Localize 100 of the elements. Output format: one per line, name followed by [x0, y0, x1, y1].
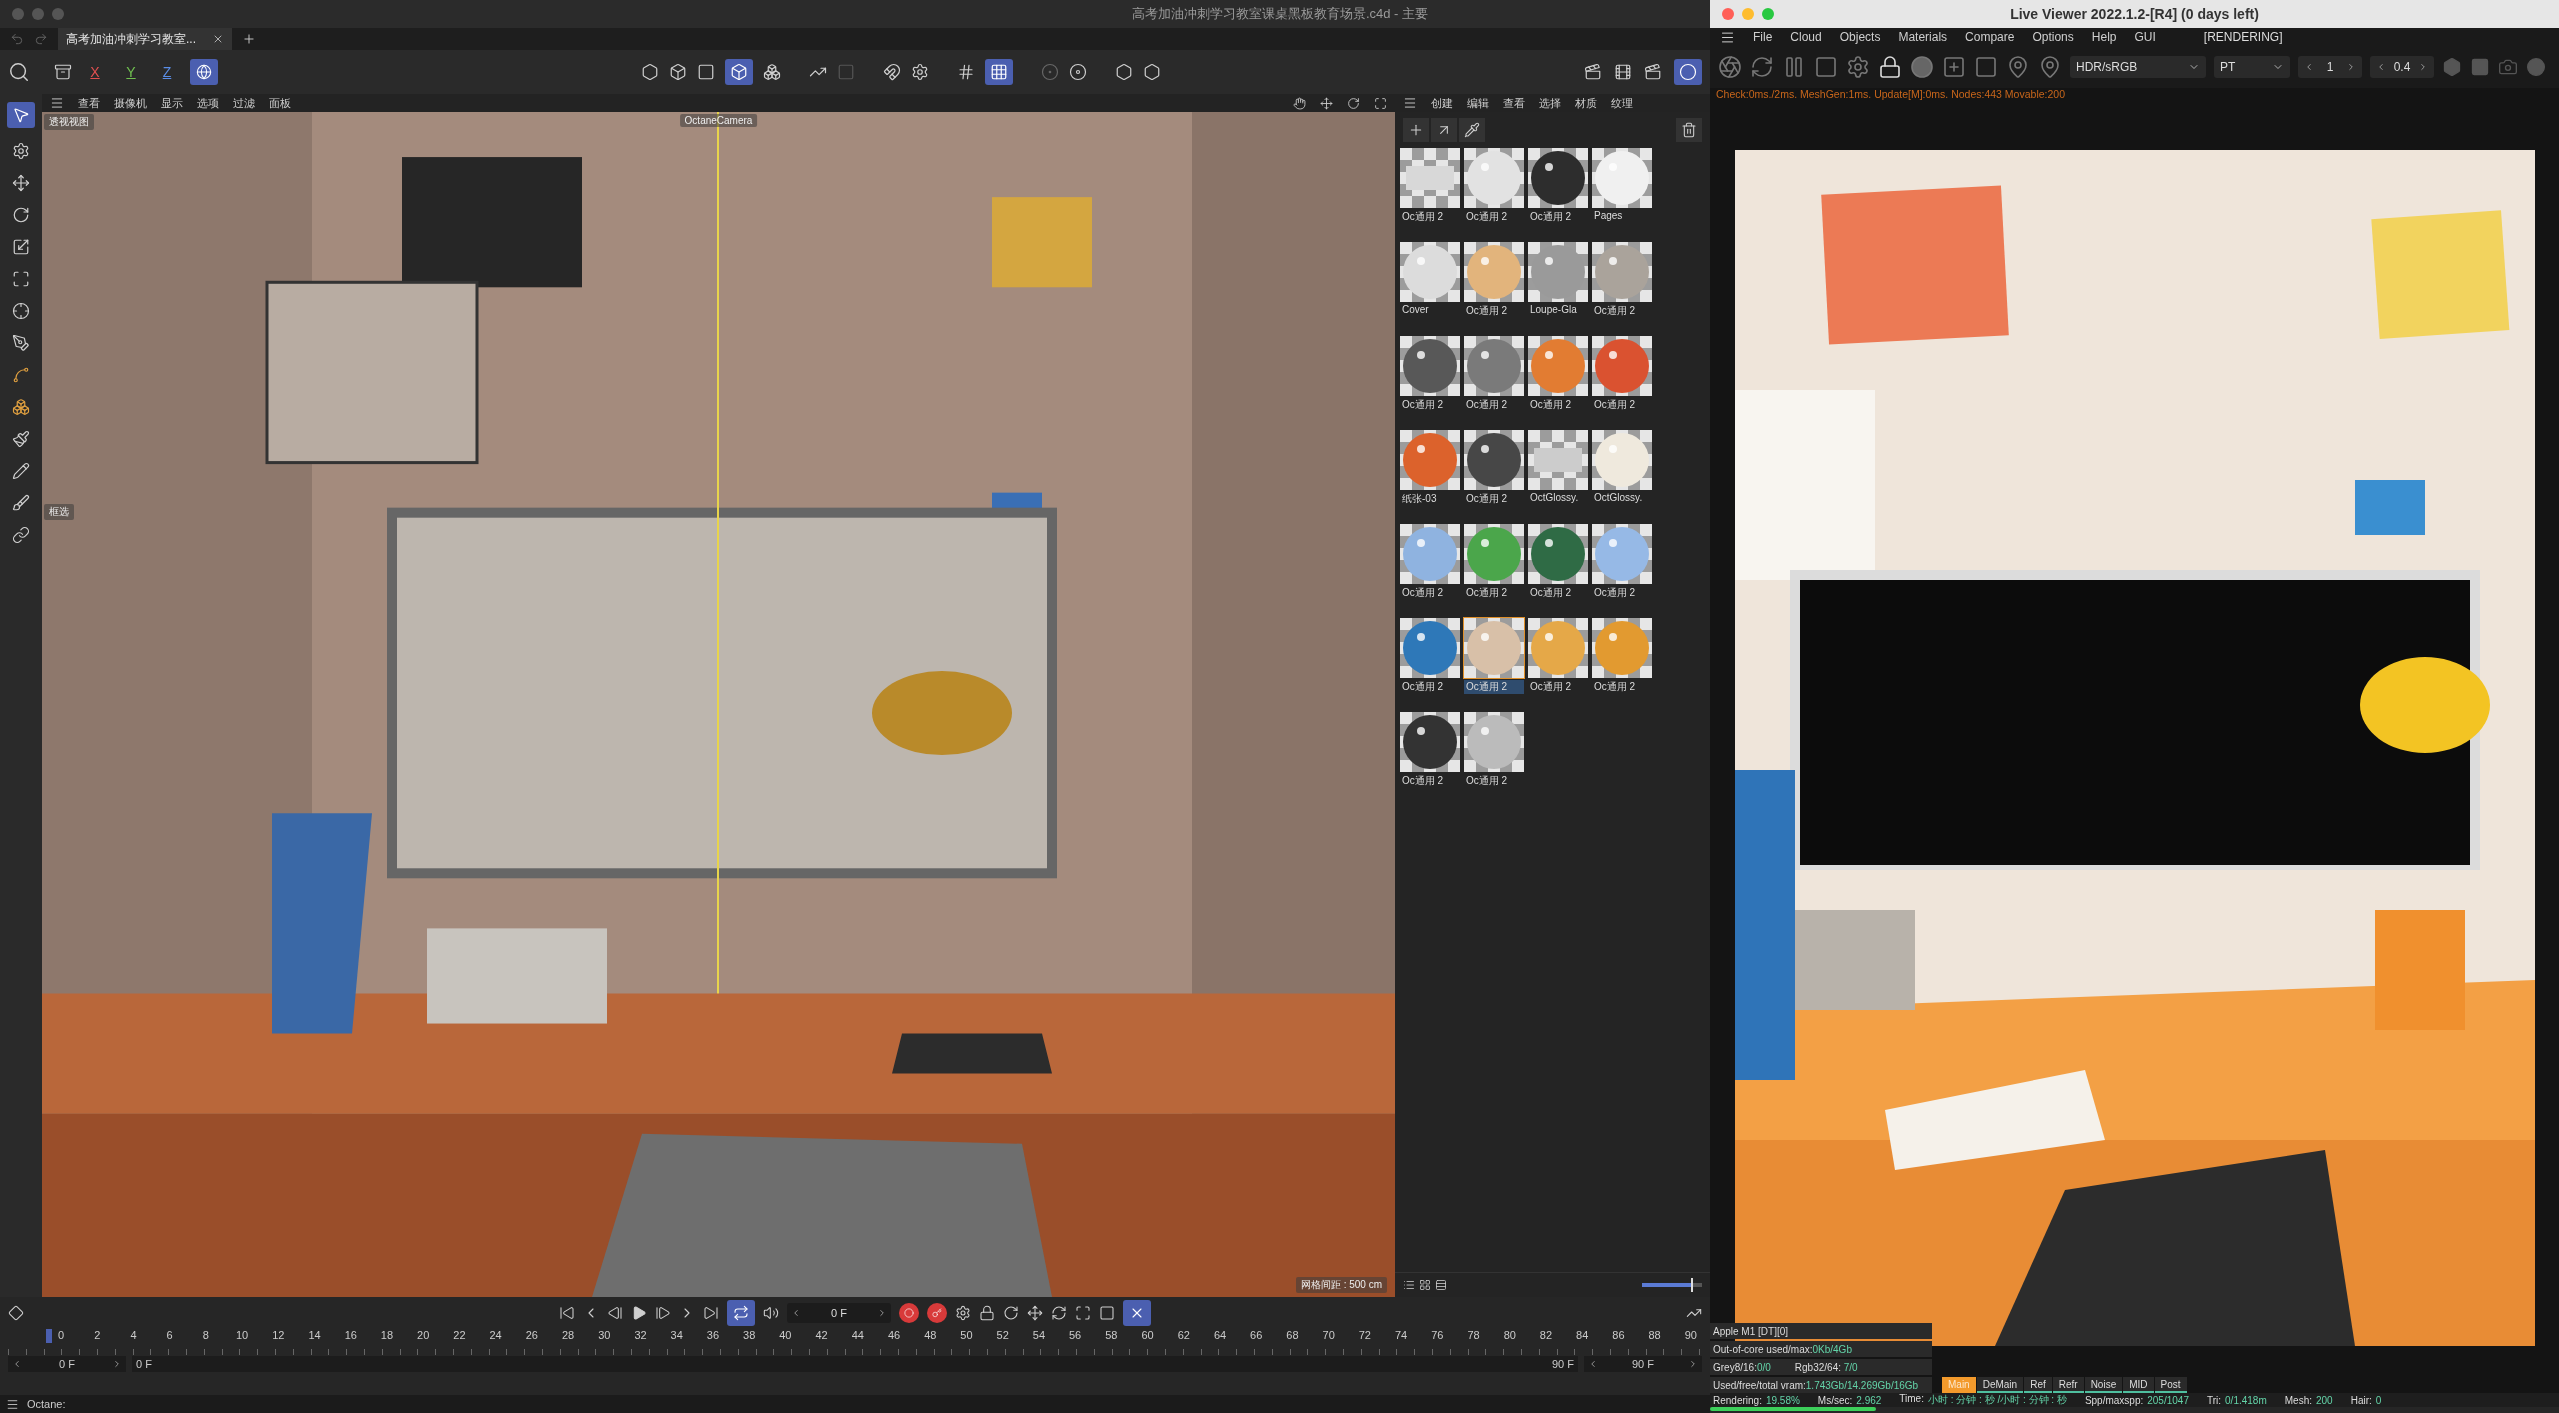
menu-item[interactable]: 摄像机 — [114, 95, 147, 111]
search-icon[interactable] — [8, 61, 30, 83]
material-pin-icon[interactable] — [2038, 55, 2062, 79]
material-thumbnail[interactable] — [1592, 148, 1652, 208]
preview-range-bar[interactable]: 0 F 90 F — [132, 1356, 1578, 1372]
document-tab[interactable]: 高考加油冲刺学习教室... — [58, 28, 232, 50]
axis-button[interactable]: Y — [118, 59, 144, 85]
kernel-dropdown[interactable]: PT — [2214, 56, 2290, 78]
rows-icon[interactable] — [1435, 1279, 1447, 1291]
material-thumbnail[interactable] — [1400, 524, 1460, 584]
rotate-icon[interactable] — [12, 206, 30, 224]
grid-view-icon[interactable] — [1419, 1279, 1431, 1291]
chevron-left-icon[interactable] — [12, 1359, 22, 1369]
material-thumbnail[interactable] — [1464, 430, 1524, 490]
boxes-icon[interactable] — [763, 63, 781, 81]
archive-icon[interactable] — [54, 63, 72, 81]
chevron-right-icon[interactable] — [2418, 62, 2428, 72]
new-tab-icon[interactable] — [242, 32, 256, 46]
material-thumbnail[interactable] — [1592, 618, 1652, 678]
lock-icon[interactable] — [979, 1305, 995, 1321]
chevron-left-icon[interactable] — [791, 1308, 801, 1318]
material-thumbnail[interactable] — [1400, 712, 1460, 772]
menu-item[interactable]: GUI — [2134, 30, 2156, 44]
plus-icon[interactable] — [1408, 122, 1424, 138]
last-frame-icon[interactable] — [703, 1305, 719, 1321]
menu-item[interactable]: Options — [2032, 30, 2074, 44]
material-thumbnail[interactable] — [1528, 430, 1588, 490]
move-icon[interactable] — [1320, 96, 1333, 110]
menu-item[interactable]: 创建 — [1431, 95, 1453, 111]
menu-item[interactable]: 编辑 — [1467, 95, 1489, 111]
move-icon[interactable] — [1027, 1305, 1043, 1321]
cube-icon[interactable] — [730, 63, 748, 81]
chevron-right-icon[interactable] — [112, 1359, 122, 1369]
box-icon[interactable] — [669, 63, 687, 81]
axis-button[interactable]: Z — [154, 59, 180, 85]
loop-icon[interactable] — [733, 1305, 749, 1321]
camera-label[interactable]: OctaneCamera — [679, 114, 758, 127]
clapperboard-icon[interactable] — [1584, 63, 1602, 81]
menu-item[interactable]: 显示 — [161, 95, 183, 111]
settings-icon[interactable] — [955, 1305, 971, 1321]
settings-icon[interactable] — [12, 142, 30, 160]
list-icon[interactable] — [1403, 1279, 1415, 1291]
hand-icon[interactable] — [1293, 96, 1306, 110]
apply-material-button[interactable] — [1431, 118, 1457, 142]
pencil-icon[interactable] — [12, 462, 30, 480]
chevron-left-icon[interactable] — [2376, 62, 2386, 72]
link-icon[interactable] — [12, 526, 30, 544]
grid-icon[interactable] — [990, 63, 1008, 81]
material-thumbnail[interactable] — [1528, 148, 1588, 208]
material-thumbnail[interactable] — [1592, 242, 1652, 302]
trash-icon[interactable] — [1681, 122, 1697, 138]
step-back-icon[interactable] — [607, 1305, 623, 1321]
menu-item[interactable]: 选择 — [1539, 95, 1561, 111]
square-icon[interactable] — [1974, 55, 1998, 79]
refresh-icon[interactable] — [1750, 55, 1774, 79]
menu-item[interactable]: Objects — [1839, 30, 1881, 44]
snap-grid-button[interactable] — [985, 59, 1013, 85]
render-pass-tab[interactable]: Ref — [2024, 1377, 2052, 1393]
axis-button[interactable]: X — [82, 59, 108, 85]
world-coordinates-button[interactable] — [190, 59, 218, 85]
disc-icon[interactable] — [1069, 63, 1087, 81]
material-thumbnail[interactable] — [1464, 336, 1524, 396]
menu-item[interactable]: 材质 — [1575, 95, 1597, 111]
model-mode-button[interactable] — [725, 59, 753, 85]
magnet-icon[interactable] — [883, 63, 901, 81]
menu-item[interactable]: 纹理 — [1611, 95, 1633, 111]
material-thumbnail[interactable] — [1400, 336, 1460, 396]
material-thumbnail[interactable] — [1592, 524, 1652, 584]
record-button[interactable] — [899, 1303, 919, 1323]
refresh-icon[interactable] — [1051, 1305, 1067, 1321]
loop-button[interactable] — [727, 1300, 755, 1326]
material-thumbnail[interactable] — [1400, 430, 1460, 490]
globe-icon[interactable] — [196, 64, 212, 80]
spline-icon[interactable] — [12, 366, 30, 384]
menu-item[interactable]: Compare — [1965, 30, 2015, 44]
first-frame-icon[interactable] — [559, 1305, 575, 1321]
maximize-icon[interactable] — [1374, 96, 1387, 110]
octane-button[interactable] — [1674, 59, 1702, 85]
menu-icon[interactable] — [6, 1397, 19, 1411]
select-tool-button[interactable] — [7, 102, 35, 128]
menu-item[interactable]: Help — [2091, 30, 2117, 44]
material-thumbnail[interactable] — [1464, 524, 1524, 584]
step-forward-icon[interactable] — [655, 1305, 671, 1321]
chevron-left-icon[interactable] — [2304, 62, 2314, 72]
material-thumbnail[interactable] — [1464, 712, 1524, 772]
render-pass-tab[interactable]: DeMain — [1976, 1377, 2024, 1393]
chevron-left-icon[interactable] — [1588, 1359, 1598, 1369]
menu-item[interactable]: Cloud — [1790, 30, 1822, 44]
delete-button[interactable] — [1676, 118, 1702, 142]
material-thumbnail[interactable] — [1464, 148, 1524, 208]
settings-icon[interactable] — [911, 63, 929, 81]
menu-item[interactable]: 选项 — [197, 95, 219, 111]
pen-icon[interactable] — [12, 334, 30, 352]
lock-icon[interactable] — [1878, 55, 1902, 79]
material-thumbnail[interactable] — [1400, 148, 1460, 208]
menu-item[interactable]: Materials — [1898, 30, 1948, 44]
menu-item[interactable]: 面板 — [269, 95, 291, 111]
autokey-button[interactable] — [927, 1303, 947, 1323]
menu-item[interactable]: 查看 — [1503, 95, 1525, 111]
render-pass-tab[interactable]: Refr — [2052, 1377, 2084, 1393]
